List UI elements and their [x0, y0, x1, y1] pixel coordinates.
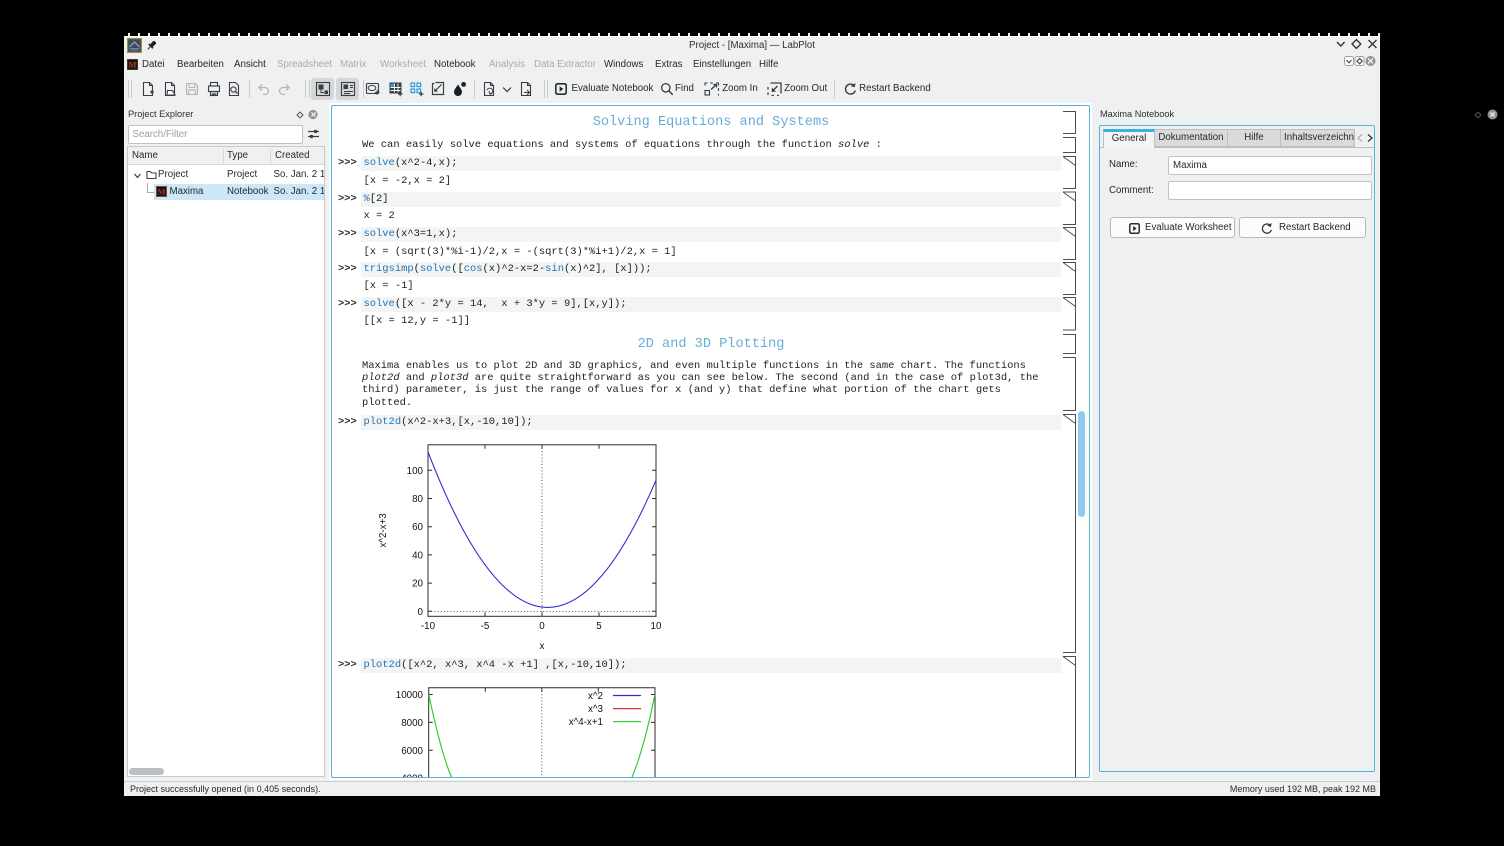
svg-text:10: 10 [651, 621, 662, 632]
svg-text:x^2: x^2 [588, 691, 603, 702]
svg-text:x^4-x+1: x^4-x+1 [569, 717, 603, 728]
svg-text:100: 100 [407, 466, 424, 477]
svg-text:0: 0 [418, 607, 424, 618]
svg-text:x: x [540, 641, 545, 652]
svg-text:8000: 8000 [401, 718, 423, 729]
svg-text:40: 40 [412, 550, 423, 561]
svg-text:4000: 4000 [401, 774, 423, 778]
svg-text:20: 20 [412, 579, 423, 590]
svg-text:10000: 10000 [396, 690, 424, 701]
svg-text:6000: 6000 [401, 746, 423, 757]
svg-text:80: 80 [412, 494, 423, 505]
svg-text:-10: -10 [421, 621, 436, 632]
svg-text:x^3: x^3 [588, 704, 603, 715]
svg-text:-5: -5 [481, 621, 490, 632]
svg-text:5: 5 [596, 621, 602, 632]
svg-text:M: M [157, 187, 165, 197]
svg-text:60: 60 [412, 522, 423, 533]
svg-text:0: 0 [539, 621, 545, 632]
svg-text:x^2-x+3: x^2-x+3 [378, 513, 389, 548]
svg-text:M: M [128, 60, 136, 70]
